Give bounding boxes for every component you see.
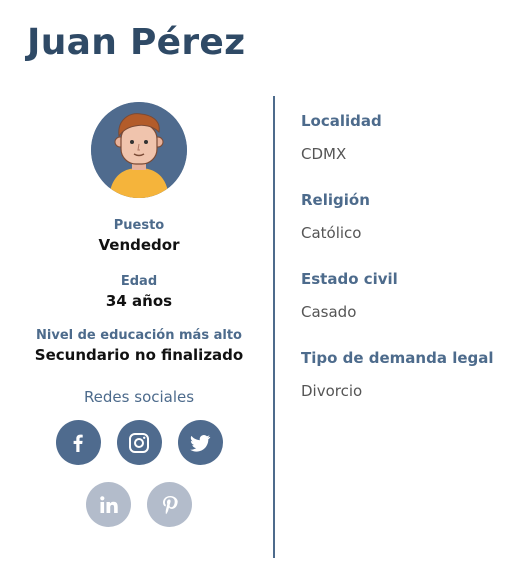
religion-value: Católico (301, 224, 362, 242)
detail-demanda: Tipo de demanda legal Divorcio (301, 349, 501, 428)
demanda-value: Divorcio (301, 382, 363, 400)
profile-details: Localidad CDMX Religión Católico Estado … (301, 112, 501, 428)
linkedin-icon (99, 495, 118, 513)
field-puesto: Puesto Vendedor (20, 218, 258, 254)
estado-civil-label: Estado civil (301, 270, 398, 288)
puesto-value: Vendedor (98, 236, 180, 254)
profile-summary: Puesto Vendedor Edad 34 años Nivel de ed… (20, 100, 258, 527)
localidad-value: CDMX (301, 145, 347, 163)
localidad-label: Localidad (301, 112, 382, 130)
educacion-label: Nivel de educación más alto (36, 328, 242, 343)
field-educacion: Nivel de educación más alto Secundario n… (20, 328, 258, 364)
puesto-label: Puesto (113, 218, 165, 233)
twitter-button[interactable] (177, 420, 223, 465)
detail-localidad: Localidad CDMX (301, 112, 501, 191)
detail-religion: Religión Católico (301, 191, 501, 270)
avatar (91, 102, 187, 198)
twitter-icon (190, 434, 211, 452)
field-edad: Edad 34 años (20, 274, 258, 310)
religion-label: Religión (301, 191, 370, 209)
social-row-2 (20, 482, 258, 527)
estado-civil-value: Casado (301, 303, 357, 321)
instagram-button[interactable] (116, 420, 162, 465)
edad-value: 34 años (105, 292, 173, 310)
column-divider (273, 96, 275, 558)
social-row-1 (20, 420, 258, 465)
linkedin-button[interactable] (86, 482, 131, 527)
detail-estado-civil: Estado civil Casado (301, 270, 501, 349)
social-title: Redes sociales (83, 388, 195, 406)
instagram-icon (129, 432, 149, 453)
facebook-button[interactable] (55, 420, 101, 465)
pinterest-icon (162, 495, 178, 514)
demanda-label: Tipo de demanda legal (301, 349, 494, 367)
avatar-illustration (91, 102, 187, 198)
facebook-icon (73, 434, 83, 452)
edad-label: Edad (120, 274, 158, 289)
pinterest-button[interactable] (147, 482, 192, 527)
persona-name: Juan Pérez (27, 22, 246, 63)
educacion-value: Secundario no finalizado (34, 346, 244, 364)
